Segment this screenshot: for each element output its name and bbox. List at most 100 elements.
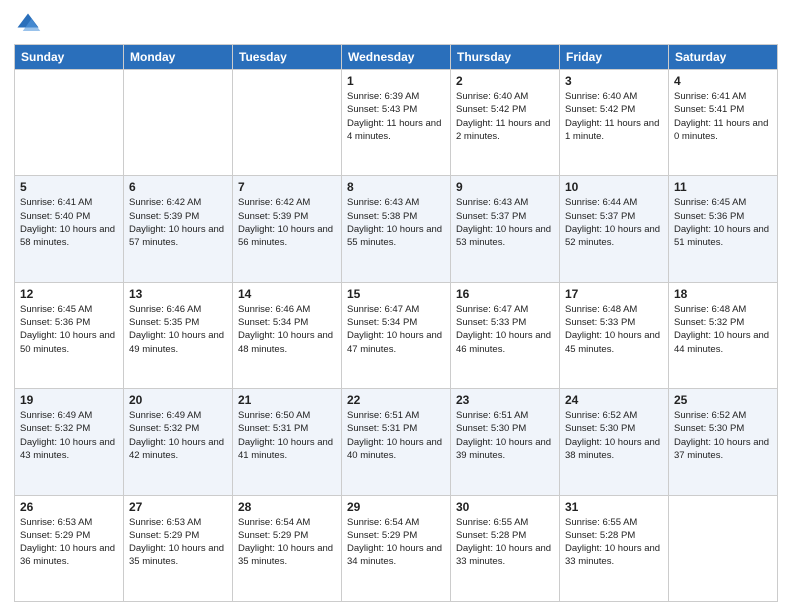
day-info: Sunrise: 6:55 AMSunset: 5:28 PMDaylight:… bbox=[456, 516, 554, 569]
day-cell: 26 Sunrise: 6:53 AMSunset: 5:29 PMDayligh… bbox=[15, 495, 124, 601]
day-info: Sunrise: 6:48 AMSunset: 5:32 PMDaylight:… bbox=[674, 303, 772, 356]
day-number: 12 bbox=[20, 287, 118, 301]
day-number: 8 bbox=[347, 180, 445, 194]
calendar-table: SundayMondayTuesdayWednesdayThursdayFrid… bbox=[14, 44, 778, 602]
day-number: 30 bbox=[456, 500, 554, 514]
day-number: 18 bbox=[674, 287, 772, 301]
day-cell: 11Sunrise: 6:45 AMSunset: 5:36 PMDayligh… bbox=[669, 176, 778, 282]
day-info: Sunrise: 6:42 AMSunset: 5:39 PMDaylight:… bbox=[129, 196, 227, 249]
week-row-4: 26 Sunrise: 6:53 AMSunset: 5:29 PMDayligh… bbox=[15, 495, 778, 601]
day-info: Sunrise: 6:40 AMSunset: 5:42 PMDaylight:… bbox=[456, 90, 554, 143]
day-info: Sunrise: 6:45 AMSunset: 5:36 PMDaylight:… bbox=[20, 303, 118, 356]
day-info: Sunrise: 6:47 AMSunset: 5:34 PMDaylight:… bbox=[347, 303, 445, 356]
day-info: Sunrise: 6:53 AMSunset: 5:29 PMDaylight:… bbox=[129, 516, 227, 569]
day-cell: 21 Sunrise: 6:50 AMSunset: 5:31 PMDayligh… bbox=[233, 389, 342, 495]
day-cell: 15Sunrise: 6:47 AMSunset: 5:34 PMDayligh… bbox=[342, 282, 451, 388]
day-info: Sunrise: 6:49 AMSunset: 5:32 PMDaylight:… bbox=[20, 409, 118, 462]
col-header-monday: Monday bbox=[124, 45, 233, 70]
day-cell: 31 Sunrise: 6:55 AMSunset: 5:28 PMDayligh… bbox=[560, 495, 669, 601]
col-header-wednesday: Wednesday bbox=[342, 45, 451, 70]
day-number: 11 bbox=[674, 180, 772, 194]
col-header-thursday: Thursday bbox=[451, 45, 560, 70]
day-number: 29 bbox=[347, 500, 445, 514]
day-number: 4 bbox=[674, 74, 772, 88]
col-header-tuesday: Tuesday bbox=[233, 45, 342, 70]
header bbox=[14, 10, 778, 38]
day-number: 28 bbox=[238, 500, 336, 514]
week-row-0: 1 Sunrise: 6:39 AMSunset: 5:43 PMDaylight… bbox=[15, 70, 778, 176]
day-info: Sunrise: 6:44 AMSunset: 5:37 PMDaylight:… bbox=[565, 196, 663, 249]
day-info: Sunrise: 6:50 AMSunset: 5:31 PMDaylight:… bbox=[238, 409, 336, 462]
day-info: Sunrise: 6:43 AMSunset: 5:38 PMDaylight:… bbox=[347, 196, 445, 249]
day-cell: 5 Sunrise: 6:41 AMSunset: 5:40 PMDaylight… bbox=[15, 176, 124, 282]
day-info: Sunrise: 6:46 AMSunset: 5:35 PMDaylight:… bbox=[129, 303, 227, 356]
day-cell: 22 Sunrise: 6:51 AMSunset: 5:31 PMDayligh… bbox=[342, 389, 451, 495]
day-info: Sunrise: 6:55 AMSunset: 5:28 PMDaylight:… bbox=[565, 516, 663, 569]
day-cell: 12 Sunrise: 6:45 AMSunset: 5:36 PMDayligh… bbox=[15, 282, 124, 388]
day-cell bbox=[124, 70, 233, 176]
day-info: Sunrise: 6:42 AMSunset: 5:39 PMDaylight:… bbox=[238, 196, 336, 249]
day-number: 9 bbox=[456, 180, 554, 194]
day-number: 21 bbox=[238, 393, 336, 407]
day-number: 16 bbox=[456, 287, 554, 301]
day-number: 22 bbox=[347, 393, 445, 407]
day-cell: 7 Sunrise: 6:42 AMSunset: 5:39 PMDaylight… bbox=[233, 176, 342, 282]
logo bbox=[14, 10, 46, 38]
day-cell: 10 Sunrise: 6:44 AMSunset: 5:37 PMDayligh… bbox=[560, 176, 669, 282]
day-info: Sunrise: 6:39 AMSunset: 5:43 PMDaylight:… bbox=[347, 90, 445, 143]
day-cell: 16 Sunrise: 6:47 AMSunset: 5:33 PMDayligh… bbox=[451, 282, 560, 388]
day-info: Sunrise: 6:53 AMSunset: 5:29 PMDaylight:… bbox=[20, 516, 118, 569]
day-cell: 2 Sunrise: 6:40 AMSunset: 5:42 PMDaylight… bbox=[451, 70, 560, 176]
day-number: 7 bbox=[238, 180, 336, 194]
page: SundayMondayTuesdayWednesdayThursdayFrid… bbox=[0, 0, 792, 612]
day-info: Sunrise: 6:41 AMSunset: 5:41 PMDaylight:… bbox=[674, 90, 772, 143]
day-number: 5 bbox=[20, 180, 118, 194]
day-info: Sunrise: 6:48 AMSunset: 5:33 PMDaylight:… bbox=[565, 303, 663, 356]
day-cell bbox=[233, 70, 342, 176]
day-info: Sunrise: 6:43 AMSunset: 5:37 PMDaylight:… bbox=[456, 196, 554, 249]
day-number: 31 bbox=[565, 500, 663, 514]
day-cell: 30 Sunrise: 6:55 AMSunset: 5:28 PMDayligh… bbox=[451, 495, 560, 601]
day-cell: 9 Sunrise: 6:43 AMSunset: 5:37 PMDaylight… bbox=[451, 176, 560, 282]
day-info: Sunrise: 6:52 AMSunset: 5:30 PMDaylight:… bbox=[674, 409, 772, 462]
day-number: 6 bbox=[129, 180, 227, 194]
day-info: Sunrise: 6:54 AMSunset: 5:29 PMDaylight:… bbox=[347, 516, 445, 569]
day-number: 13 bbox=[129, 287, 227, 301]
day-cell: 14Sunrise: 6:46 AMSunset: 5:34 PMDayligh… bbox=[233, 282, 342, 388]
day-info: Sunrise: 6:46 AMSunset: 5:34 PMDaylight:… bbox=[238, 303, 336, 356]
day-number: 25 bbox=[674, 393, 772, 407]
day-cell: 28Sunrise: 6:54 AMSunset: 5:29 PMDayligh… bbox=[233, 495, 342, 601]
day-info: Sunrise: 6:49 AMSunset: 5:32 PMDaylight:… bbox=[129, 409, 227, 462]
header-row: SundayMondayTuesdayWednesdayThursdayFrid… bbox=[15, 45, 778, 70]
day-number: 10 bbox=[565, 180, 663, 194]
day-number: 2 bbox=[456, 74, 554, 88]
day-number: 1 bbox=[347, 74, 445, 88]
day-info: Sunrise: 6:51 AMSunset: 5:31 PMDaylight:… bbox=[347, 409, 445, 462]
day-cell: 24 Sunrise: 6:52 AMSunset: 5:30 PMDayligh… bbox=[560, 389, 669, 495]
day-cell bbox=[15, 70, 124, 176]
day-number: 26 bbox=[20, 500, 118, 514]
logo-icon bbox=[14, 10, 42, 38]
day-cell: 8 Sunrise: 6:43 AMSunset: 5:38 PMDaylight… bbox=[342, 176, 451, 282]
day-cell: 20Sunrise: 6:49 AMSunset: 5:32 PMDayligh… bbox=[124, 389, 233, 495]
week-row-1: 5 Sunrise: 6:41 AMSunset: 5:40 PMDaylight… bbox=[15, 176, 778, 282]
day-number: 23 bbox=[456, 393, 554, 407]
day-info: Sunrise: 6:40 AMSunset: 5:42 PMDaylight:… bbox=[565, 90, 663, 143]
day-cell: 18 Sunrise: 6:48 AMSunset: 5:32 PMDayligh… bbox=[669, 282, 778, 388]
day-info: Sunrise: 6:41 AMSunset: 5:40 PMDaylight:… bbox=[20, 196, 118, 249]
day-cell bbox=[669, 495, 778, 601]
week-row-2: 12 Sunrise: 6:45 AMSunset: 5:36 PMDayligh… bbox=[15, 282, 778, 388]
day-cell: 13 Sunrise: 6:46 AMSunset: 5:35 PMDayligh… bbox=[124, 282, 233, 388]
day-number: 24 bbox=[565, 393, 663, 407]
day-cell: 4 Sunrise: 6:41 AMSunset: 5:41 PMDaylight… bbox=[669, 70, 778, 176]
day-cell: 17 Sunrise: 6:48 AMSunset: 5:33 PMDayligh… bbox=[560, 282, 669, 388]
day-info: Sunrise: 6:52 AMSunset: 5:30 PMDaylight:… bbox=[565, 409, 663, 462]
day-cell: 25 Sunrise: 6:52 AMSunset: 5:30 PMDayligh… bbox=[669, 389, 778, 495]
week-row-3: 19Sunrise: 6:49 AMSunset: 5:32 PMDayligh… bbox=[15, 389, 778, 495]
col-header-friday: Friday bbox=[560, 45, 669, 70]
day-number: 27 bbox=[129, 500, 227, 514]
day-number: 17 bbox=[565, 287, 663, 301]
day-info: Sunrise: 6:47 AMSunset: 5:33 PMDaylight:… bbox=[456, 303, 554, 356]
day-cell: 3Sunrise: 6:40 AMSunset: 5:42 PMDaylight… bbox=[560, 70, 669, 176]
day-cell: 23Sunrise: 6:51 AMSunset: 5:30 PMDayligh… bbox=[451, 389, 560, 495]
